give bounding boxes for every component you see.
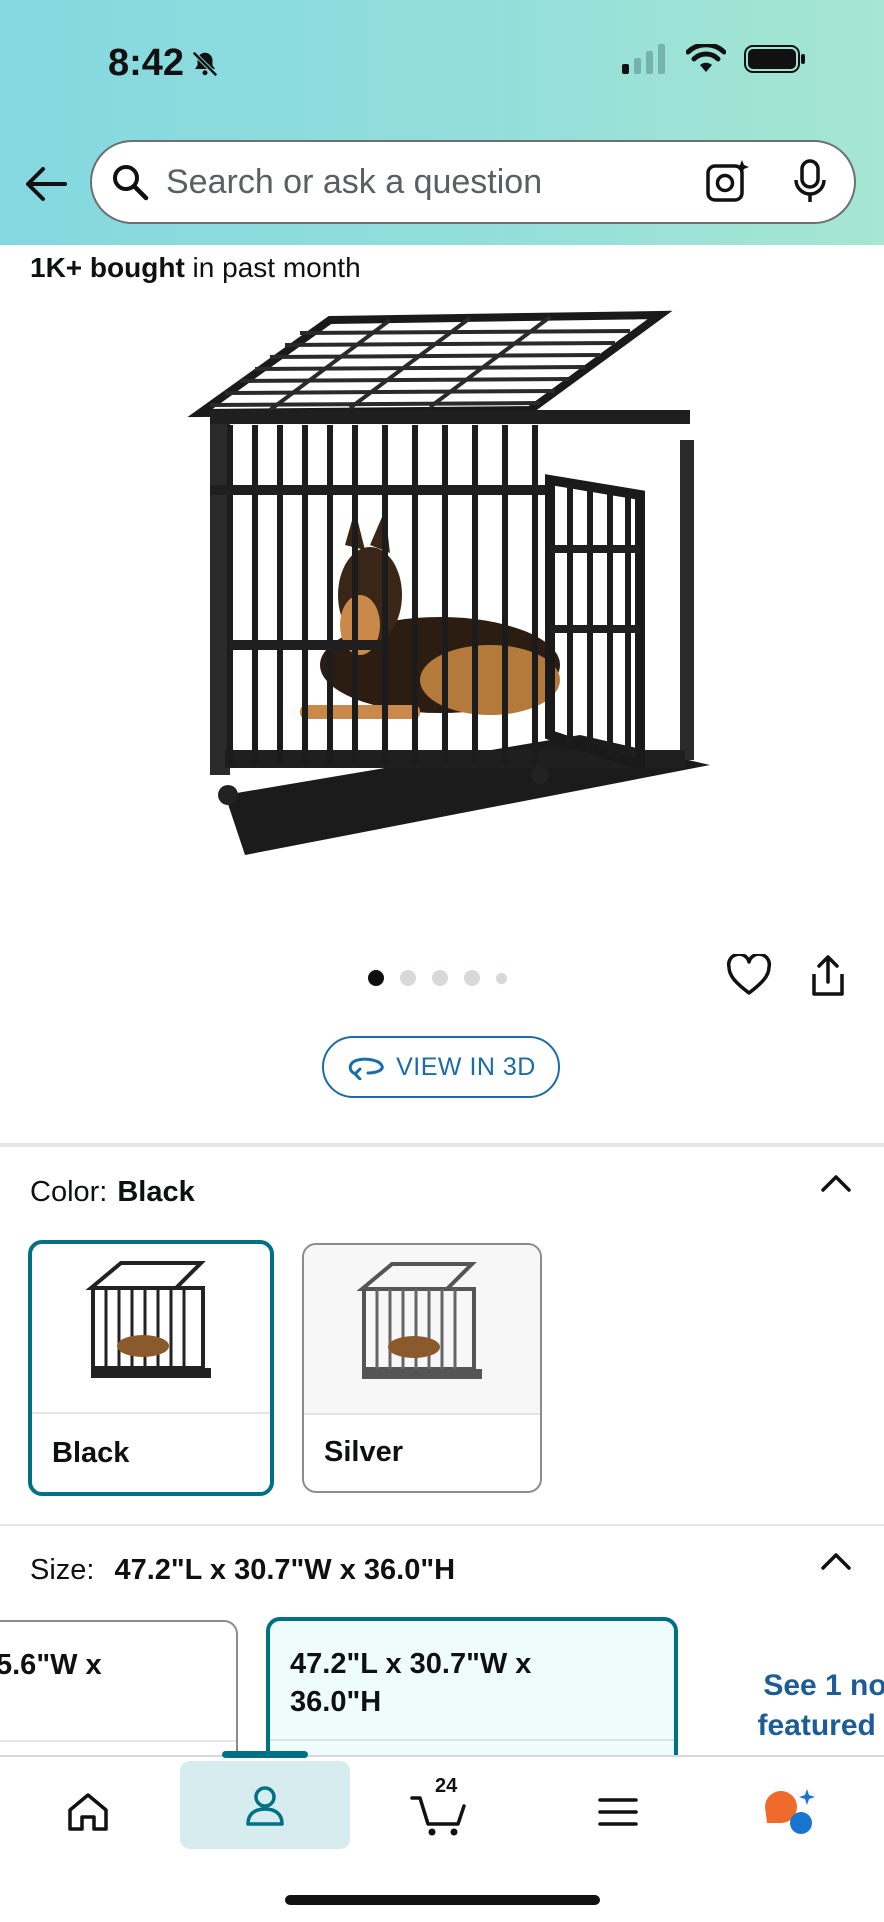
swatch-image-silver (304, 1245, 540, 1413)
page-dot-3[interactable] (432, 970, 448, 986)
see-more-line-2: featured o (757, 1709, 884, 1742)
bought-count-bold: 1K+ bought (30, 252, 185, 283)
size-label: Size: 47.2"L x 30.7"W x 36.0"H (30, 1554, 455, 1587)
product-image[interactable] (140, 295, 740, 895)
size-option-2-selected[interactable]: 47.2"L x 30.7"W x 36.0"H (266, 1617, 678, 1777)
size-label-text: Size: (30, 1554, 95, 1586)
page-dot-2[interactable] (400, 970, 416, 986)
search-icon (113, 165, 149, 201)
color-collapse-chevron-up-icon[interactable] (820, 1172, 852, 1194)
account-icon (246, 1786, 284, 1826)
home-icon (68, 1793, 108, 1831)
tab-cart[interactable]: 24 (380, 1757, 500, 1867)
wifi-icon (686, 44, 726, 72)
heart-icon (726, 952, 772, 995)
page-dot-4[interactable] (464, 970, 480, 986)
view-in-3d-button[interactable]: VIEW IN 3D (322, 1036, 560, 1098)
color-swatch-black[interactable]: Black (28, 1240, 274, 1496)
menu-icon (598, 1798, 638, 1826)
size-option-2-line-2: 36.0"H (290, 1686, 382, 1718)
back-button[interactable] (20, 158, 72, 210)
wishlist-button[interactable] (726, 952, 772, 1001)
see-more-line-1: See 1 not (763, 1669, 884, 1702)
home-indicator (285, 1895, 600, 1905)
crate-thumbnail-black (85, 1261, 211, 1378)
rufus-icon (765, 1789, 815, 1834)
swatch-image-black (32, 1244, 270, 1412)
tab-account-active-indicator (222, 1751, 308, 1758)
section-divider (0, 1524, 884, 1526)
size-option-1-text: 5.6"W x (0, 1649, 102, 1681)
bought-count-rest: in past month (184, 252, 361, 283)
color-swatch-silver[interactable]: Silver (302, 1243, 542, 1493)
tab-menu[interactable] (558, 1757, 678, 1867)
share-icon (812, 955, 844, 996)
status-time: 8:42 (108, 42, 220, 85)
back-arrow-icon (26, 167, 67, 201)
crate-thumbnail-silver (356, 1262, 482, 1379)
size-collapse-chevron-up-icon[interactable] (820, 1550, 852, 1572)
bought-count: 1K+ bought in past month (30, 252, 361, 284)
cart-count-badge: 24 (435, 1775, 458, 1797)
see-not-featured-link[interactable]: See 1 not featured o (730, 1666, 884, 1746)
tab-rufus[interactable] (730, 1757, 850, 1867)
search-placeholder: Search or ask a question (166, 163, 543, 201)
view-in-3d-label: VIEW IN 3D (396, 1052, 536, 1081)
page-dot-1[interactable] (368, 970, 384, 986)
size-option-separator (0, 1740, 236, 1742)
swatch-label-silver: Silver (324, 1436, 403, 1468)
bell-slash-icon (192, 50, 218, 77)
rotate-3d-icon (348, 1057, 384, 1080)
size-option-2-line-1: 47.2"L x 30.7"W x (290, 1648, 532, 1680)
size-selected-value: 47.2"L x 30.7"W x 36.0"H (114, 1554, 456, 1586)
page-dot-5[interactable] (496, 972, 507, 984)
top-header: 8:42 Search or ask a question (0, 0, 884, 245)
color-label: Color: Black (30, 1176, 195, 1209)
signal-icon (622, 44, 665, 74)
swatch-separator (32, 1412, 270, 1414)
size-option-separator (270, 1739, 674, 1741)
image-pagination[interactable] (368, 970, 507, 986)
tab-home[interactable] (28, 1757, 148, 1867)
swatch-separator (304, 1413, 540, 1415)
color-label-text: Color: (30, 1176, 108, 1208)
section-divider (0, 1143, 884, 1147)
color-selected-value: Black (117, 1176, 195, 1208)
status-icons (622, 44, 806, 74)
battery-icon (744, 45, 805, 73)
status-time-text: 8:42 (108, 42, 185, 84)
search-input[interactable]: Search or ask a question (90, 140, 856, 224)
camera-sparkle-icon[interactable] (704, 158, 750, 204)
dog-crate-image (187, 310, 710, 855)
tab-account[interactable] (180, 1761, 350, 1849)
swatch-label-black: Black (52, 1437, 130, 1469)
share-button[interactable] (808, 954, 848, 1003)
microphone-icon[interactable] (792, 158, 828, 206)
